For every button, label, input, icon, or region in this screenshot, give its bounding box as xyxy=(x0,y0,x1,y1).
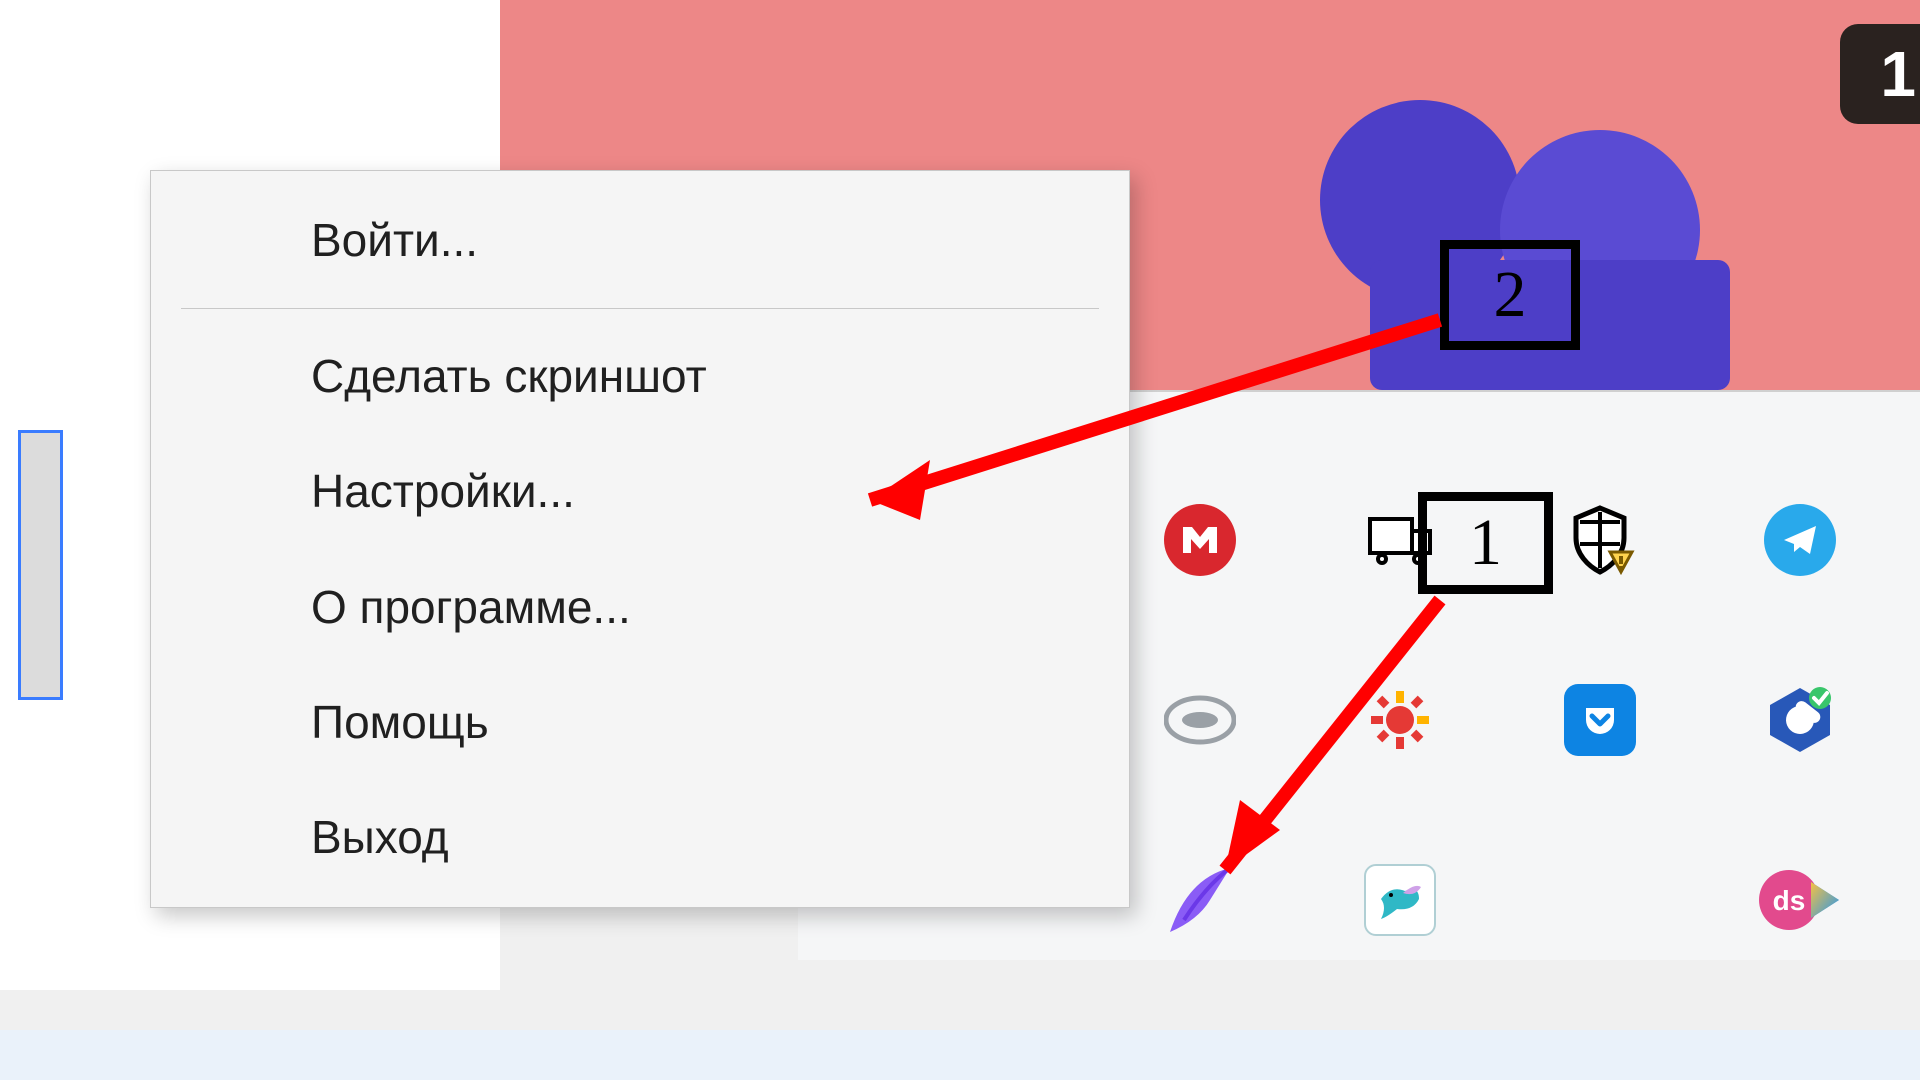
colibri-icon xyxy=(1364,864,1436,936)
menu-item-about[interactable]: О программе... xyxy=(151,550,1129,665)
menu-item-exit[interactable]: Выход xyxy=(151,780,1129,895)
tray-icon-tiles[interactable] xyxy=(1500,810,1700,990)
eset-icon xyxy=(1164,695,1236,745)
telegram-icon xyxy=(1764,504,1836,576)
tray-icon-colibri[interactable] xyxy=(1300,810,1500,990)
svg-text:ds: ds xyxy=(1773,885,1806,916)
menu-item-screenshot[interactable]: Сделать скриншот xyxy=(151,319,1129,434)
defender-shield-icon xyxy=(1564,504,1636,576)
menu-separator xyxy=(181,308,1099,309)
menu-item-label: Сделать скриншот xyxy=(311,350,707,402)
annotation-number: 2 xyxy=(1494,257,1527,333)
tray-icon-gear[interactable] xyxy=(1300,630,1500,810)
menu-item-help[interactable]: Помощь xyxy=(151,665,1129,780)
tray-icon-eset[interactable] xyxy=(1100,630,1300,810)
ds-play-icon: ds xyxy=(1759,864,1841,936)
menu-item-label: Выход xyxy=(311,811,449,863)
color-tiles-icon xyxy=(1566,866,1634,934)
menu-item-label: Помощь xyxy=(311,696,489,748)
tray-context-menu: Войти... Сделать скриншот Настройки... О… xyxy=(150,170,1130,908)
tray-icon-hexring[interactable] xyxy=(1700,630,1900,810)
hex-ring-icon xyxy=(1764,684,1836,756)
date-tag-text: 1 xyxy=(1880,37,1916,111)
bottom-strip xyxy=(0,1030,1920,1080)
annotation-number: 1 xyxy=(1469,505,1502,581)
annotation-marker-2: 2 xyxy=(1440,240,1580,350)
menu-item-label: Настройки... xyxy=(311,465,575,517)
date-tag: 1 xyxy=(1840,24,1920,124)
gear-icon xyxy=(1369,689,1431,751)
mega-icon xyxy=(1164,504,1236,576)
selection-outline xyxy=(18,430,63,700)
feather-icon xyxy=(1160,860,1240,940)
pocket-icon xyxy=(1564,684,1636,756)
tray-icon-pocket[interactable] xyxy=(1500,630,1700,810)
menu-item-label: О программе... xyxy=(311,581,631,633)
menu-item-login[interactable]: Войти... xyxy=(151,183,1129,298)
annotation-marker-1: 1 xyxy=(1418,492,1553,594)
menu-item-label: Войти... xyxy=(311,214,478,266)
menu-item-settings[interactable]: Настройки... xyxy=(151,434,1129,549)
tray-icon-mega[interactable] xyxy=(1100,450,1300,630)
tray-icon-ds[interactable]: ds xyxy=(1700,810,1900,990)
tray-icon-feather[interactable] xyxy=(1100,810,1300,990)
tray-icon-telegram[interactable] xyxy=(1700,450,1900,630)
